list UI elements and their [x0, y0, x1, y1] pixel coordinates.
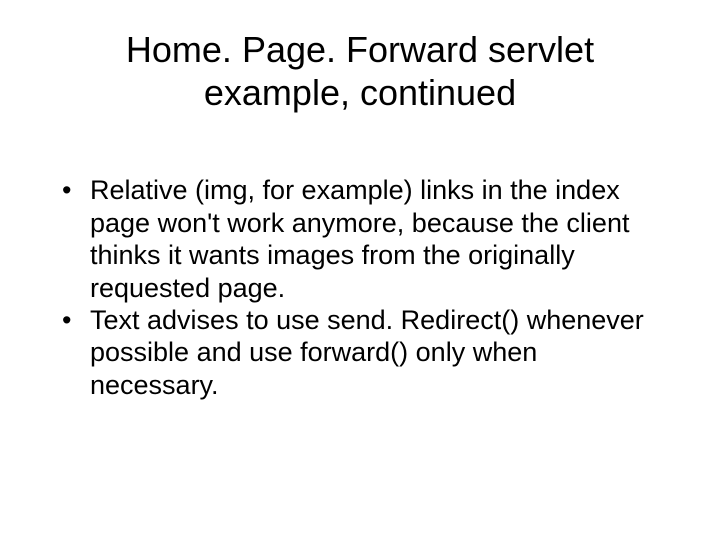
list-item: Text advises to use send. Redirect() whe… — [62, 304, 670, 401]
slide-title: Home. Page. Forward servlet example, con… — [50, 28, 670, 114]
bullet-list: Relative (img, for example) links in the… — [50, 174, 670, 401]
list-item: Relative (img, for example) links in the… — [62, 174, 670, 304]
